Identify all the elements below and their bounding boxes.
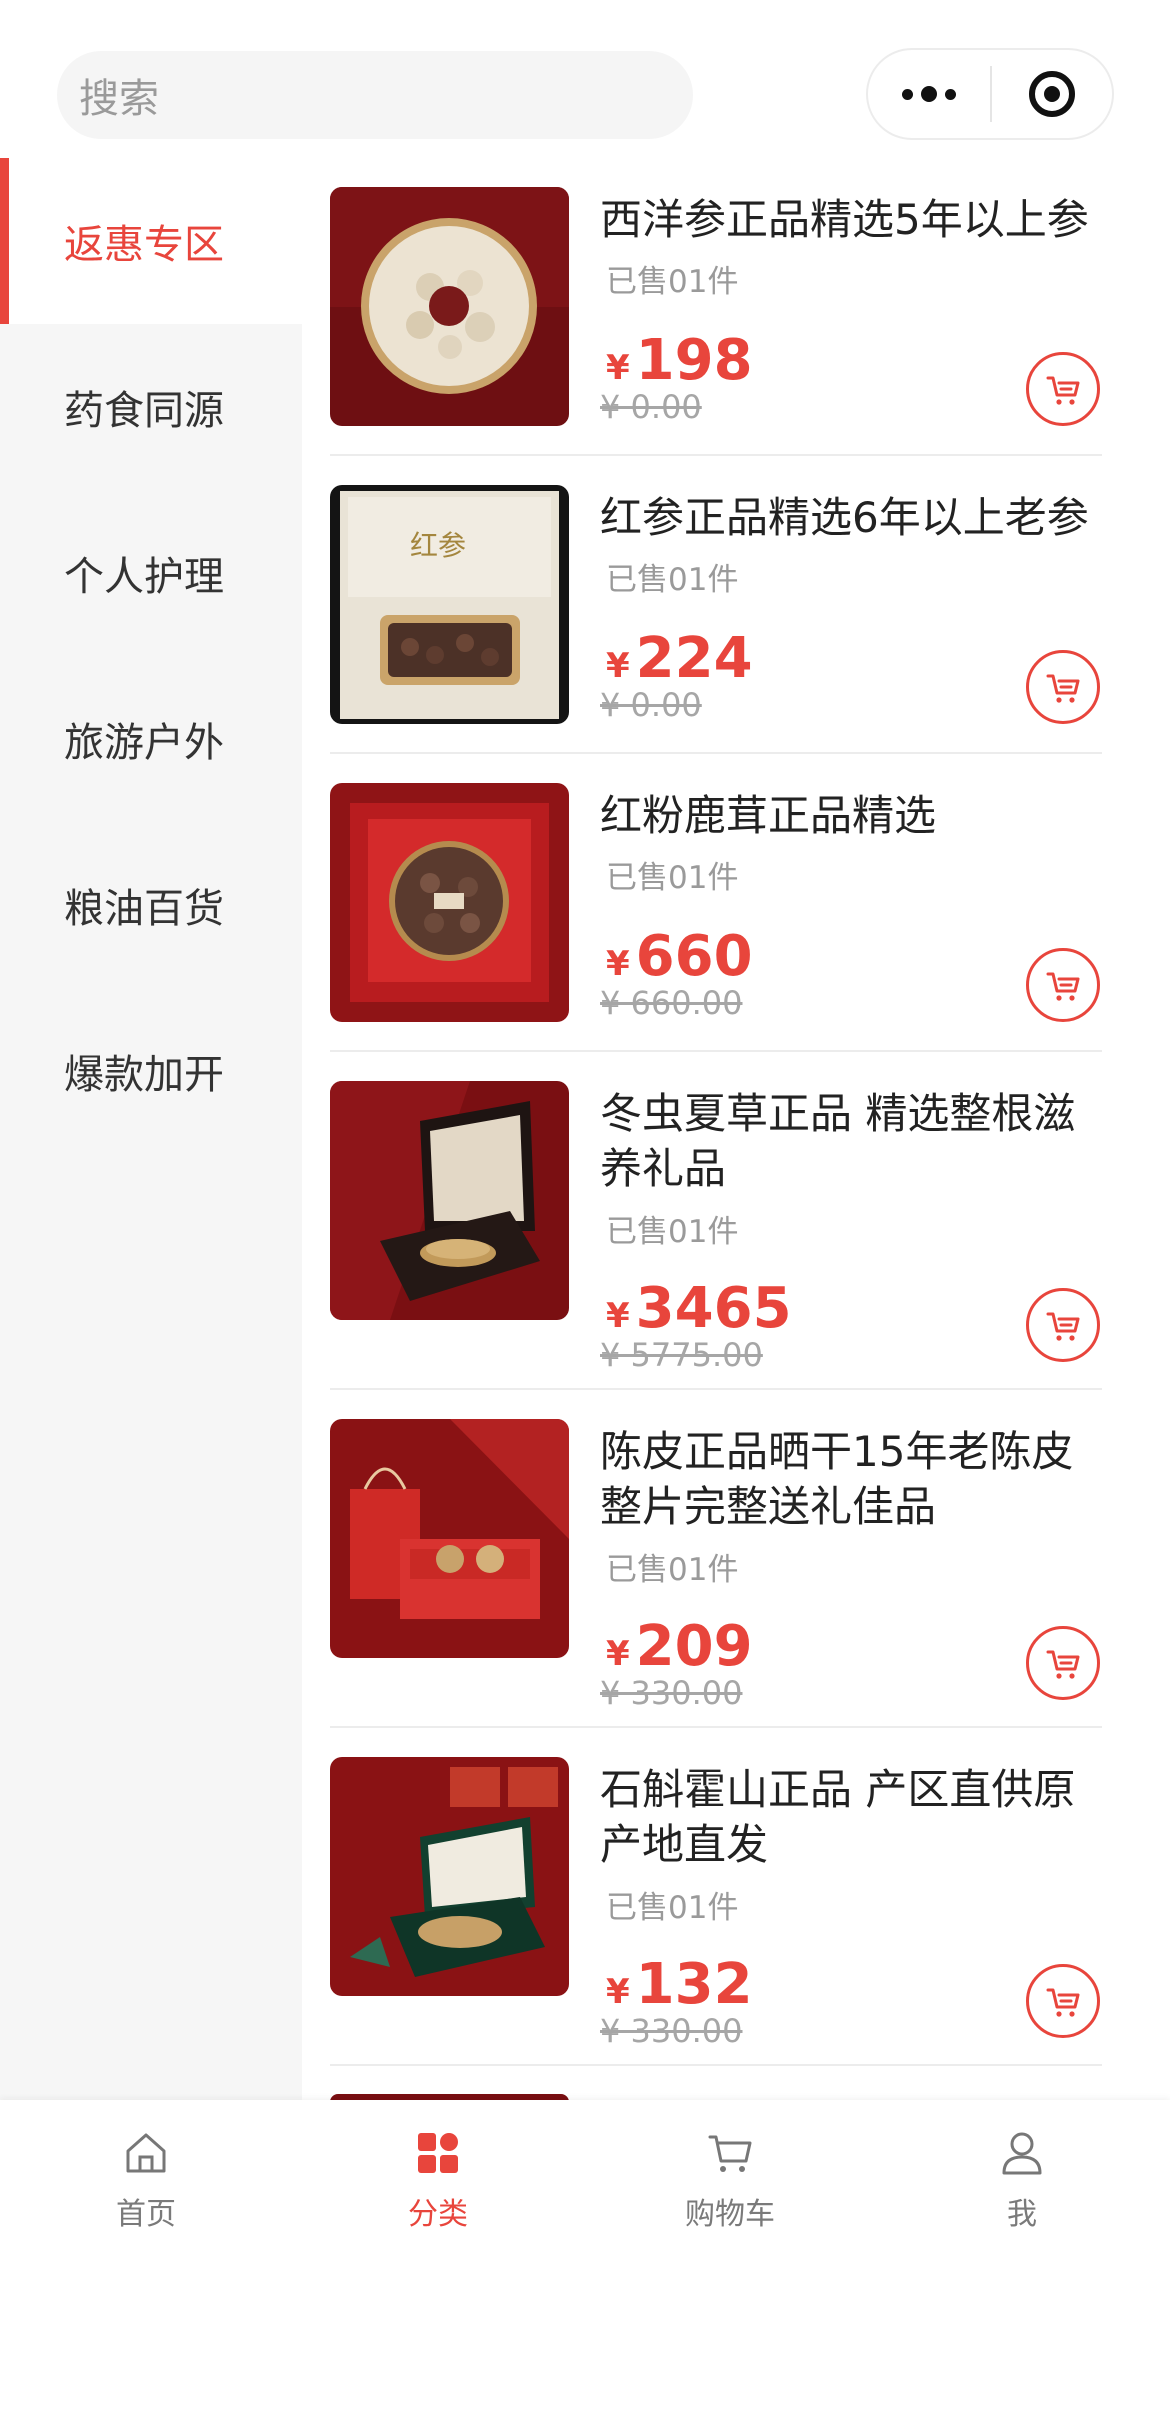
product-name[interactable]: 红粉鹿茸正品精选 <box>600 788 1100 843</box>
tab-home[interactable]: 首页 <box>0 2100 292 2260</box>
sidebar-item-label: 粮油百货 <box>64 886 224 932</box>
currency-symbol: ¥ <box>606 1634 630 1674</box>
add-cart-icon <box>1046 1988 1080 2017</box>
currency-symbol: ¥ <box>606 646 630 686</box>
price-value: 660 <box>635 924 753 989</box>
add-to-cart-button[interactable] <box>1026 1288 1100 1362</box>
product-image[interactable] <box>330 783 569 1022</box>
sidebar-item-grocery[interactable]: 粮油百货 <box>0 822 302 988</box>
tab-label: 我 <box>1007 2197 1037 2232</box>
add-cart-icon <box>1046 972 1080 1001</box>
sidebar-item-label: 旅游户外 <box>64 720 224 766</box>
add-cart-icon <box>1046 1650 1080 1679</box>
product-price: ¥3465 <box>606 1276 792 1341</box>
more-dots-icon[interactable] <box>868 50 990 138</box>
divider <box>330 2064 1102 2066</box>
product-image[interactable] <box>330 1757 569 1996</box>
user-icon <box>1002 2132 1042 2175</box>
price-value: 209 <box>635 1614 753 1679</box>
price-value: 3465 <box>635 1276 792 1341</box>
add-to-cart-button[interactable] <box>1026 650 1100 724</box>
price-value: 198 <box>635 328 753 393</box>
add-to-cart-button[interactable] <box>1026 1964 1100 2038</box>
price-value: 132 <box>635 1952 753 2017</box>
bottom-tab-bar: 首页 分类 购物车 我 <box>0 2100 1170 2423</box>
product-original-price: ¥ 0.00 <box>600 686 702 724</box>
sidebar-item-personal-care[interactable]: 个人护理 <box>0 490 302 656</box>
sidebar-item-travel-outdoor[interactable]: 旅游户外 <box>0 656 302 822</box>
tab-label: 首页 <box>116 2197 176 2232</box>
product-name[interactable]: 石斛霍山正品 产区直供原产地直发 <box>600 1762 1100 1872</box>
product-price: ¥660 <box>606 924 753 989</box>
product-sold-count: 已售01件 <box>606 1214 739 1250</box>
category-sidebar: 返惠专区 药食同源 个人护理 旅游户外 粮油百货 爆款加开 <box>0 158 302 2100</box>
product-price: ¥209 <box>606 1614 753 1679</box>
product-image[interactable] <box>330 1419 569 1658</box>
sidebar-item-label: 个人护理 <box>64 554 224 600</box>
add-to-cart-button[interactable] <box>1026 1626 1100 1700</box>
add-cart-icon <box>1046 376 1080 405</box>
product-image[interactable] <box>330 1081 569 1320</box>
sidebar-item-rebate[interactable]: 返惠专区 <box>0 158 302 324</box>
product-original-price: ¥ 660.00 <box>600 984 743 1022</box>
divider <box>330 1726 1102 1728</box>
add-to-cart-button[interactable] <box>1026 352 1100 426</box>
svg-text:红参: 红参 <box>410 529 466 562</box>
sidebar-item-food-medicine[interactable]: 药食同源 <box>0 324 302 490</box>
tab-cart[interactable]: 购物车 <box>584 2100 876 2260</box>
divider <box>330 454 1102 456</box>
product-name[interactable]: 陈皮正品晒干15年老陈皮整片完整送礼佳品 <box>600 1424 1100 1534</box>
product-original-price: ¥ 330.00 <box>600 2012 743 2050</box>
add-cart-icon <box>1046 1312 1080 1341</box>
product-original-price: ¥ 0.00 <box>600 388 702 426</box>
category-icon <box>418 2133 458 2173</box>
tab-label: 购物车 <box>685 2197 775 2232</box>
divider <box>330 752 1102 754</box>
currency-symbol: ¥ <box>606 348 630 388</box>
sidebar-item-hot-deals[interactable]: 爆款加开 <box>0 988 302 1154</box>
product-name[interactable]: 红参正品精选6年以上老参 <box>600 490 1100 545</box>
product-original-price: ¥ 330.00 <box>600 1674 743 1712</box>
product-price: ¥132 <box>606 1952 753 2017</box>
product-sold-count: 已售01件 <box>606 264 739 300</box>
product-name[interactable]: 冬虫夏草正品 精选整根滋养礼品 <box>600 1086 1100 1196</box>
cart-icon <box>708 2135 752 2172</box>
product-name[interactable]: 西洋参正品精选5年以上参 <box>600 192 1100 247</box>
currency-symbol: ¥ <box>606 944 630 984</box>
currency-symbol: ¥ <box>606 1296 630 1336</box>
sidebar-item-label: 返惠专区 <box>64 222 224 268</box>
product-sold-count: 已售01件 <box>606 1552 739 1588</box>
sidebar-item-label: 爆款加开 <box>64 1052 224 1098</box>
add-to-cart-button[interactable] <box>1026 948 1100 1022</box>
product-sold-count: 已售01件 <box>606 562 739 598</box>
tab-label: 分类 <box>408 2197 468 2232</box>
tab-me[interactable]: 我 <box>876 2100 1168 2260</box>
target-close-icon[interactable] <box>992 50 1112 138</box>
tab-category[interactable]: 分类 <box>292 2100 584 2260</box>
search-placeholder: 搜索 <box>79 76 159 122</box>
home-icon <box>126 2133 166 2173</box>
divider <box>330 1050 1102 1052</box>
sidebar-item-label: 药食同源 <box>64 388 224 434</box>
product-image[interactable] <box>330 187 569 426</box>
product-sold-count: 已售01件 <box>606 1890 739 1926</box>
product-price: ¥198 <box>606 328 753 393</box>
product-price: ¥224 <box>606 626 753 691</box>
currency-symbol: ¥ <box>606 1972 630 2012</box>
add-cart-icon <box>1046 674 1080 703</box>
price-value: 224 <box>635 626 753 691</box>
product-sold-count: 已售01件 <box>606 860 739 896</box>
search-input[interactable]: 搜索 <box>57 51 693 139</box>
product-image[interactable]: 红参 <box>330 485 569 724</box>
mini-program-capsule <box>866 48 1114 140</box>
divider <box>330 1388 1102 1390</box>
product-original-price: ¥ 5775.00 <box>600 1336 763 1374</box>
